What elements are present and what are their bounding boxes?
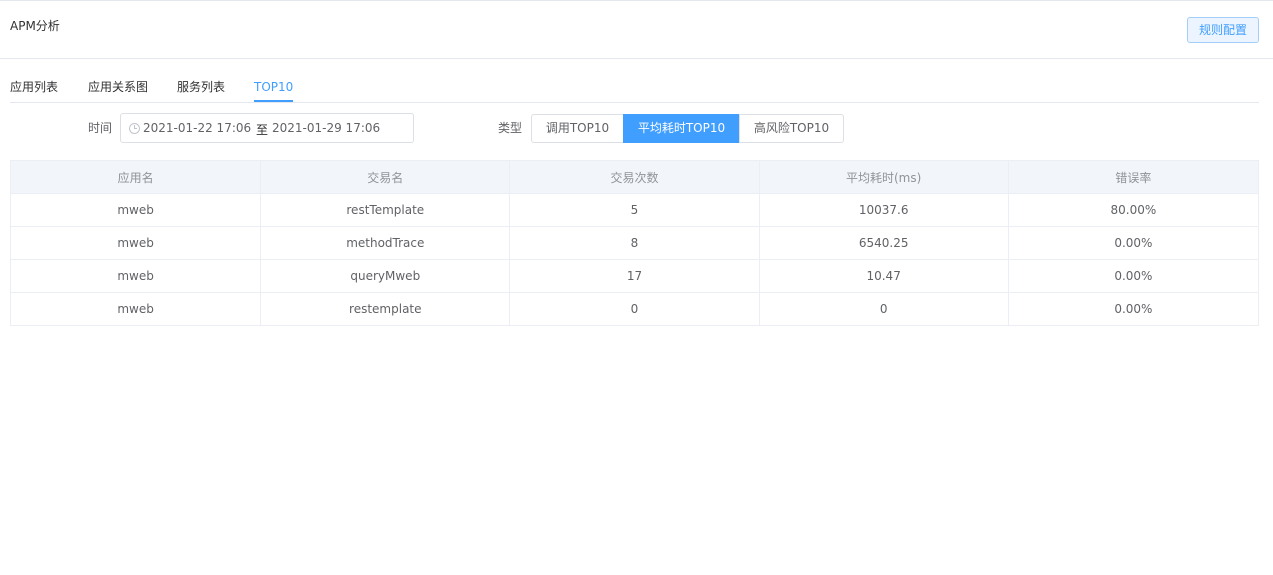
end-date-input[interactable]: 2021-01-29 17:06:49 [272,121,380,135]
cell-transaction-name: methodTrace [260,226,511,260]
cell-transaction-name: restTemplate [260,193,511,227]
range-separator: 至 [256,123,269,137]
cell-avg-time: 0 [758,292,1009,326]
cell-error-rate: 0.00% [1007,259,1260,293]
cell-error-rate: 80.00% [1007,193,1260,227]
column-header-avg-time[interactable]: 平均耗时(ms) [758,160,1009,194]
cell-error-rate: 0.00% [1007,292,1260,326]
tab-app-list[interactable]: 应用列表 [10,73,58,102]
table-row[interactable]: mweb queryMweb 17 10.47 0.00% [9,259,1260,293]
type-option-high-risk-top10[interactable]: 高风险TOP10 [739,114,844,143]
cell-app-name: mweb [9,193,262,227]
date-range-picker[interactable]: 2021-01-22 17:06:49 至 2021-01-29 17:06:4… [120,113,414,143]
cell-error-rate: 0.00% [1007,226,1260,260]
table-row[interactable]: mweb restTemplate 5 10037.6 80.00% [9,193,1260,227]
time-label: 时间 [88,121,113,135]
tab-app-relation-graph[interactable]: 应用关系图 [88,73,148,102]
cell-transaction-name: restemplate [260,292,511,326]
cell-app-name: mweb [9,292,262,326]
page-header: APM分析 规则配置 [0,1,1273,59]
cell-transaction-count: 5 [509,193,760,227]
table-header-row: 应用名 交易名 交易次数 平均耗时(ms) 错误率 [9,160,1260,194]
column-header-app-name[interactable]: 应用名 [9,160,262,194]
cell-avg-time: 6540.25 [758,226,1009,260]
cell-app-name: mweb [9,259,262,293]
cell-transaction-count: 0 [509,292,760,326]
top10-table: 应用名 交易名 交易次数 平均耗时(ms) 错误率 mweb restTempl… [9,160,1260,326]
page-title: APM分析 [10,19,60,33]
start-date-input[interactable]: 2021-01-22 17:06:49 [143,121,251,135]
cell-avg-time: 10037.6 [758,193,1009,227]
type-option-call-top10[interactable]: 调用TOP10 [531,114,624,143]
table-row[interactable]: mweb restemplate 0 0 0.00% [9,292,1260,326]
tab-service-list[interactable]: 服务列表 [177,73,225,102]
cell-avg-time: 10.47 [758,259,1009,293]
column-header-error-rate[interactable]: 错误率 [1007,160,1260,194]
table-row[interactable]: mweb methodTrace 8 6540.25 0.00% [9,226,1260,260]
column-header-transaction-name[interactable]: 交易名 [260,160,511,194]
column-header-transaction-count[interactable]: 交易次数 [509,160,760,194]
cell-transaction-name: queryMweb [260,259,511,293]
tab-bar: 应用列表 应用关系图 服务列表 TOP10 [10,73,1259,103]
tab-top10[interactable]: TOP10 [254,73,294,102]
cell-transaction-count: 8 [509,226,760,260]
type-label: 类型 [498,121,523,135]
cell-transaction-count: 17 [509,259,760,293]
cell-app-name: mweb [9,226,262,260]
type-option-avg-time-top10[interactable]: 平均耗时TOP10 [623,114,740,143]
clock-icon [129,123,140,134]
rule-config-button[interactable]: 规则配置 [1187,17,1259,43]
